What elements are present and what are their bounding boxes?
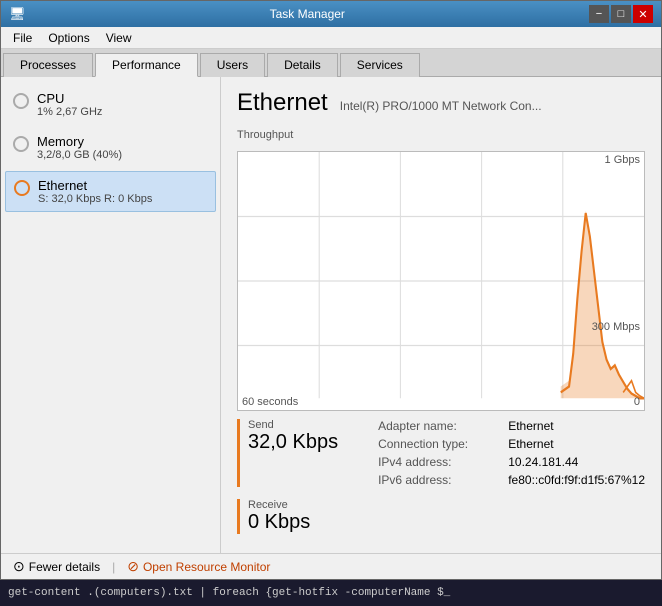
bottom-bar: ⊙ Fewer details | ⊘ Open Resource Monito… bbox=[1, 553, 661, 579]
memory-label: Memory bbox=[37, 134, 122, 149]
fewer-details-icon: ⊙ bbox=[13, 558, 25, 575]
fewer-details-button[interactable]: ⊙ Fewer details bbox=[13, 558, 100, 575]
sidebar: CPU 1% 2,67 GHz Memory 3,2/8,0 GB (40%) … bbox=[1, 77, 221, 553]
ipv4-val: 10.24.181.44 bbox=[508, 455, 645, 469]
chart-svg bbox=[238, 152, 644, 410]
memory-text: Memory 3,2/8,0 GB (40%) bbox=[37, 134, 122, 161]
throughput-label: Throughput bbox=[237, 129, 645, 141]
tab-performance[interactable]: Performance bbox=[95, 53, 198, 77]
receive-value: 0 Kbps bbox=[248, 511, 310, 534]
ethernet-icon bbox=[14, 180, 30, 196]
tab-services[interactable]: Services bbox=[340, 53, 420, 77]
main-content: CPU 1% 2,67 GHz Memory 3,2/8,0 GB (40%) … bbox=[1, 77, 661, 553]
send-stat: Send 32,0 Kbps bbox=[237, 419, 338, 487]
stats-row: Send 32,0 Kbps Adapter name: Ethernet Co… bbox=[237, 419, 645, 487]
send-value: 32,0 Kbps bbox=[248, 431, 338, 454]
menu-view[interactable]: View bbox=[98, 29, 140, 47]
cpu-icon bbox=[13, 93, 29, 109]
chart-time-end: 0 bbox=[634, 396, 640, 408]
window-icon: 🖥 bbox=[9, 6, 26, 22]
tab-bar: Processes Performance Users Details Serv… bbox=[1, 49, 661, 77]
detail-title: Ethernet bbox=[237, 89, 328, 117]
cpu-text: CPU 1% 2,67 GHz bbox=[37, 91, 102, 118]
connection-type-key: Connection type: bbox=[378, 437, 492, 451]
memory-sublabel: 3,2/8,0 GB (40%) bbox=[37, 149, 122, 161]
detail-subtitle: Intel(R) PRO/1000 MT Network Con... bbox=[340, 99, 542, 113]
bottom-separator: | bbox=[112, 560, 115, 574]
memory-icon bbox=[13, 136, 29, 152]
info-table: Adapter name: Ethernet Connection type: … bbox=[378, 419, 645, 487]
ipv4-key: IPv4 address: bbox=[378, 455, 492, 469]
title-bar: 🖥 Task Manager − □ ✕ bbox=[1, 1, 661, 27]
cpu-sublabel: 1% 2,67 GHz bbox=[37, 106, 102, 118]
adapter-name-key: Adapter name: bbox=[378, 419, 492, 433]
menu-file[interactable]: File bbox=[5, 29, 40, 47]
open-resource-monitor-link[interactable]: ⊘ Open Resource Monitor bbox=[127, 558, 270, 575]
monitor-icon: ⊘ bbox=[127, 558, 139, 575]
ethernet-text: Ethernet S: 32,0 Kbps R: 0 Kbps bbox=[38, 178, 152, 205]
ipv6-val: fe80::c0fd:f9f:d1f5:67%12 bbox=[508, 473, 645, 487]
minimize-button[interactable]: − bbox=[589, 5, 609, 23]
terminal-bar: get-content .(computers).txt | foreach {… bbox=[0, 580, 662, 606]
detail-panel: Ethernet Intel(R) PRO/1000 MT Network Co… bbox=[221, 77, 661, 553]
window-controls: − □ ✕ bbox=[589, 5, 653, 23]
detail-header: Ethernet Intel(R) PRO/1000 MT Network Co… bbox=[237, 89, 645, 117]
window-title: Task Manager bbox=[26, 7, 589, 21]
sidebar-item-memory[interactable]: Memory 3,2/8,0 GB (40%) bbox=[5, 128, 216, 167]
chart-area: 1 Gbps 300 Mbps 60 seconds 0 bbox=[237, 151, 645, 411]
chart-time-start: 60 seconds bbox=[242, 396, 298, 408]
tab-processes[interactable]: Processes bbox=[3, 53, 93, 77]
tab-users[interactable]: Users bbox=[200, 53, 265, 77]
receive-stat: Receive 0 Kbps bbox=[237, 499, 645, 534]
receive-block: Receive 0 Kbps bbox=[248, 499, 310, 534]
ethernet-sublabel: S: 32,0 Kbps R: 0 Kbps bbox=[38, 193, 152, 205]
send-divider bbox=[237, 419, 240, 487]
connection-type-val: Ethernet bbox=[508, 437, 645, 451]
info-section: Adapter name: Ethernet Connection type: … bbox=[378, 419, 645, 487]
adapter-name-val: Ethernet bbox=[508, 419, 645, 433]
send-label: Send bbox=[248, 419, 338, 431]
sidebar-item-cpu[interactable]: CPU 1% 2,67 GHz bbox=[5, 85, 216, 124]
chart-mid-label: 300 Mbps bbox=[592, 321, 640, 333]
chart-max-label: 1 Gbps bbox=[605, 154, 640, 166]
tab-details[interactable]: Details bbox=[267, 53, 338, 77]
close-button[interactable]: ✕ bbox=[633, 5, 653, 23]
menu-bar: File Options View bbox=[1, 27, 661, 49]
ipv6-key: IPv6 address: bbox=[378, 473, 492, 487]
receive-divider bbox=[237, 499, 240, 534]
sidebar-item-ethernet[interactable]: Ethernet S: 32,0 Kbps R: 0 Kbps bbox=[5, 171, 216, 212]
fewer-details-label: Fewer details bbox=[29, 560, 100, 574]
receive-label: Receive bbox=[248, 499, 310, 511]
terminal-text: get-content .(computers).txt | foreach {… bbox=[8, 587, 450, 599]
menu-options[interactable]: Options bbox=[40, 29, 97, 47]
send-block: Send 32,0 Kbps bbox=[248, 419, 338, 487]
open-monitor-label: Open Resource Monitor bbox=[143, 560, 270, 574]
cpu-label: CPU bbox=[37, 91, 102, 106]
ethernet-label: Ethernet bbox=[38, 178, 152, 193]
maximize-button[interactable]: □ bbox=[611, 5, 631, 23]
